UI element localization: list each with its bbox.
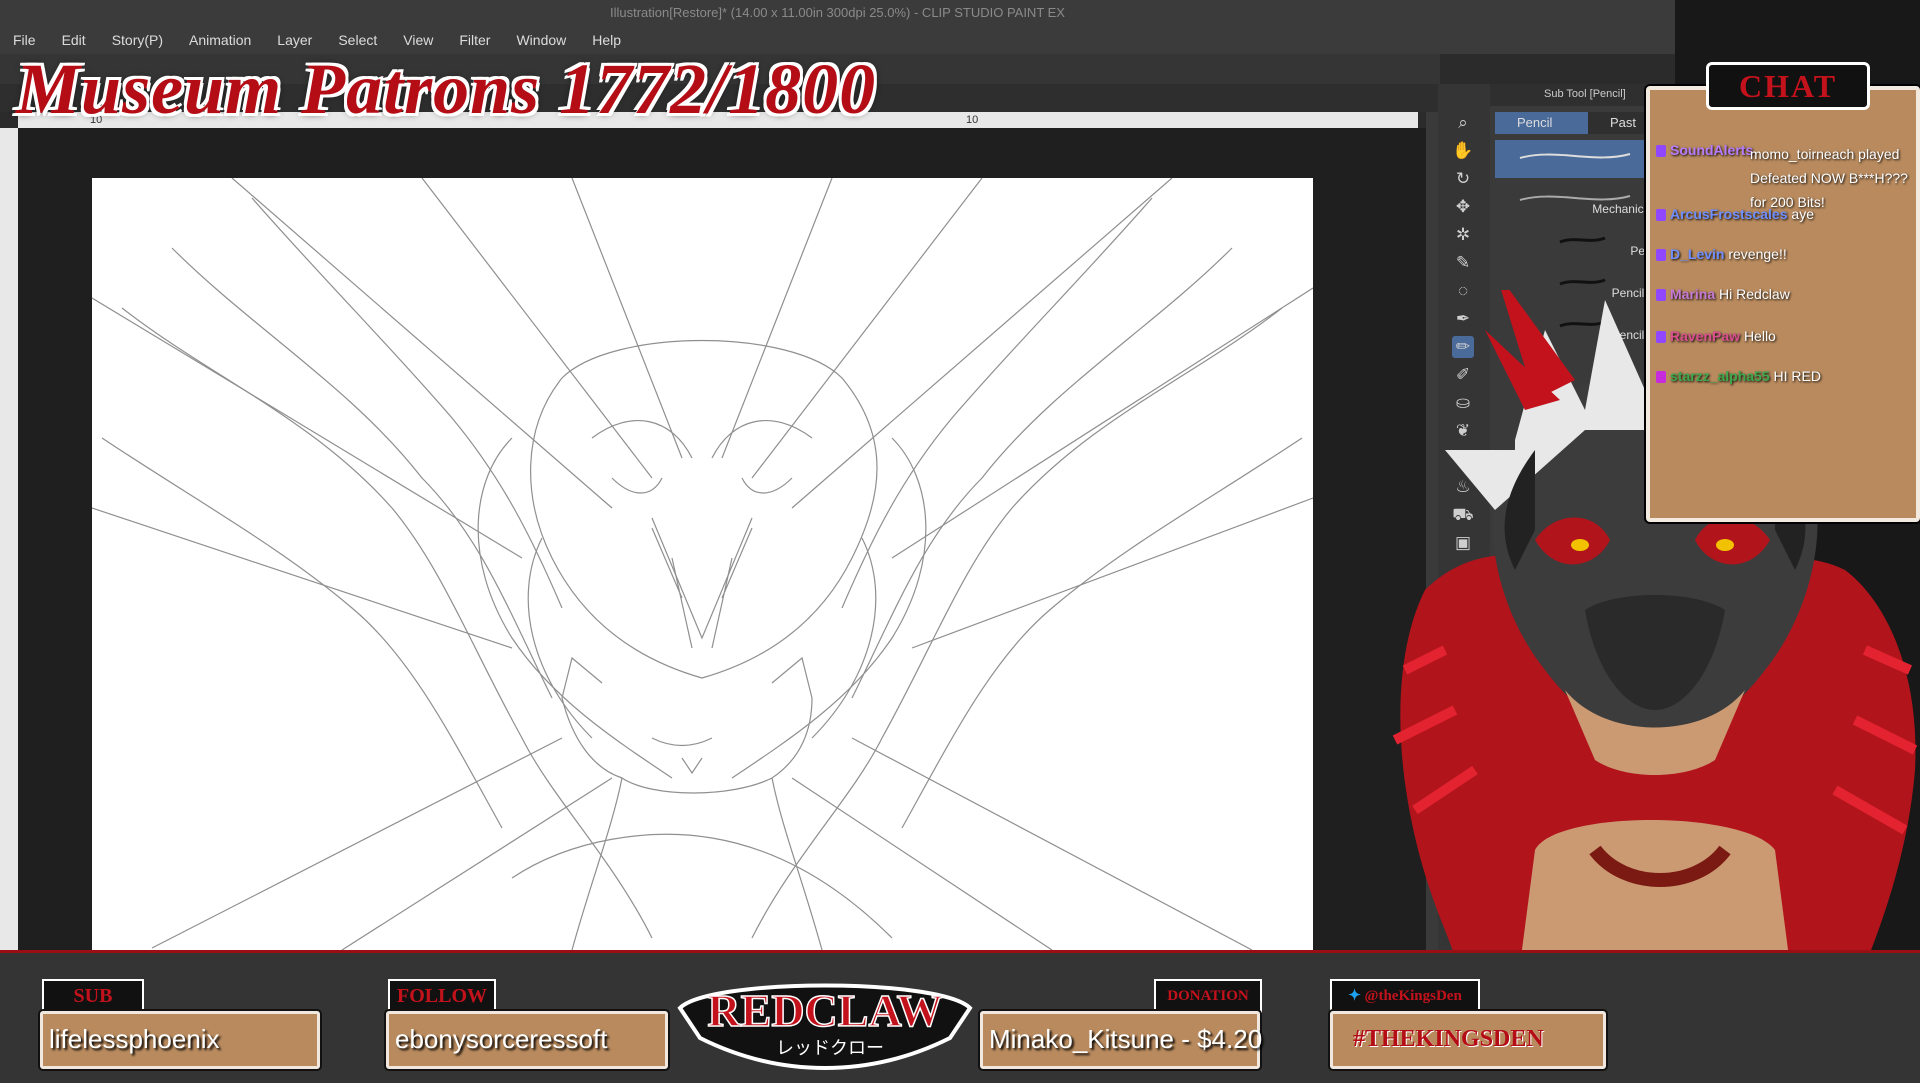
menu-window[interactable]: Window: [503, 32, 579, 48]
latest-follow-card: ebonysorceressoft: [386, 1011, 668, 1069]
twitter-handle: @theKingsDen: [1364, 988, 1462, 1004]
donation-tag: DONATION: [1154, 979, 1262, 1013]
chat-title: CHAT: [1706, 62, 1870, 110]
brush-stroke-preview: [1519, 153, 1631, 159]
menu-file[interactable]: File: [0, 32, 49, 48]
chat-badge-icon: [1656, 371, 1666, 384]
chat-text: revenge!!: [1728, 246, 1787, 262]
title-bar: Illustration[Restore]* (14.00 x 11.00in …: [0, 0, 1675, 26]
chat-username: SoundAlerts: [1670, 142, 1754, 158]
chat-message: D_Levin revenge!!: [1656, 246, 1787, 262]
chat-text: aye: [1791, 206, 1814, 222]
chat-message: RavenPaw Hello: [1656, 328, 1776, 344]
chat-username: RavenPaw: [1670, 328, 1741, 344]
eyedropper-tool-icon[interactable]: ✎: [1452, 252, 1474, 274]
zoom-tool-icon[interactable]: ⌕: [1452, 112, 1474, 134]
chat-box: SoundAlerts momo_toirneach played Defeat…: [1646, 86, 1920, 522]
window-title: Illustration[Restore]* (14.00 x 11.00in …: [610, 5, 1065, 20]
chat-message: starzz_alpha55 HI RED: [1656, 368, 1821, 384]
logo-subtext: レッドクロー: [776, 1038, 884, 1059]
latest-donation-text: Minako_Kitsune - $4.20: [989, 1024, 1263, 1054]
chat-message: Marina Hi Redclaw: [1656, 286, 1790, 302]
logo-text: REDCLAW: [707, 985, 942, 1036]
chat-message: SoundAlerts: [1656, 142, 1753, 158]
chat-badge-icon: [1656, 145, 1666, 158]
chat-text: Hello: [1743, 328, 1776, 344]
latest-follow-name: ebonysorceressoft: [395, 1024, 608, 1054]
rotate-tool-icon[interactable]: ↻: [1452, 168, 1474, 190]
ruler-tick: 10: [966, 114, 979, 126]
hashtag-card: #THEKINGSDEN: [1330, 1011, 1606, 1069]
tab-pencil-label: Pencil: [1517, 115, 1553, 130]
hand-tool-icon[interactable]: ✋: [1452, 140, 1474, 162]
menu-animation[interactable]: Animation: [176, 32, 264, 48]
chat-text: momo_toirneach played Defeated NOW B***H…: [1750, 146, 1908, 210]
chat-badge-icon: [1656, 249, 1666, 262]
chat-text: Hi Redclaw: [1719, 286, 1790, 302]
tab-pastel-label: Past: [1610, 115, 1637, 130]
menu-edit[interactable]: Edit: [49, 32, 99, 48]
chat-username: D_Levin: [1670, 246, 1725, 262]
hashtag-text: #THEKINGSDEN: [1353, 1026, 1544, 1052]
menu-story[interactable]: Story(P): [99, 32, 176, 48]
menu-help[interactable]: Help: [579, 32, 634, 48]
sub-tag: SUB: [42, 979, 144, 1013]
redclaw-logo: REDCLAW レッドクロー: [677, 983, 973, 1070]
brush-stroke-preview: [1559, 236, 1606, 244]
chat-badge-icon: [1656, 331, 1666, 344]
menu-select[interactable]: Select: [325, 32, 390, 48]
auto-select-tool-icon[interactable]: ✲: [1452, 224, 1474, 246]
menu-layer[interactable]: Layer: [264, 32, 325, 48]
latest-donation-card: Minako_Kitsune - $4.20: [980, 1011, 1263, 1069]
menu-view[interactable]: View: [390, 32, 446, 48]
vertical-ruler: [0, 128, 19, 950]
chat-text: HI RED: [1773, 368, 1821, 384]
move-tool-icon[interactable]: ✥: [1452, 196, 1474, 218]
latest-sub-card: lifelessphoenix: [40, 1011, 320, 1069]
twitter-bird-icon: ✦: [1348, 988, 1361, 1004]
chat-username: starzz_alpha55: [1670, 368, 1770, 384]
chat-badge-icon: [1656, 209, 1666, 222]
follow-tag: FOLLOW: [388, 979, 496, 1013]
museum-patrons-title: Museum Patrons 1772/1800: [16, 49, 877, 129]
latest-sub-name: lifelessphoenix: [49, 1024, 220, 1054]
menu-filter[interactable]: Filter: [446, 32, 503, 48]
twitter-tag: ✦ @theKingsDen: [1330, 979, 1480, 1013]
dragon-sketch: [92, 178, 1313, 950]
chat-message: ArcusFrostscales aye: [1656, 206, 1814, 222]
subtool-header-label: Sub Tool [Pencil]: [1544, 88, 1626, 100]
chat-username: Marina: [1670, 286, 1716, 302]
drawing-canvas[interactable]: [92, 178, 1313, 950]
chat-badge-icon: [1656, 289, 1666, 302]
chat-username: ArcusFrostscales: [1670, 206, 1788, 222]
